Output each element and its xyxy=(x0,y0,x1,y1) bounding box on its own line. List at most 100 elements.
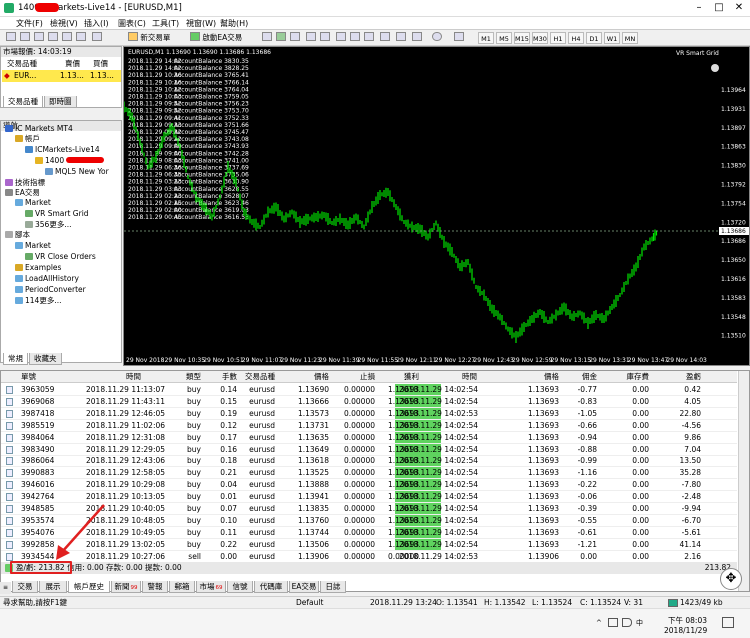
profiles-icon[interactable] xyxy=(20,32,30,44)
network-icon[interactable] xyxy=(608,618,618,627)
tab-favorites[interactable]: 收藏夹 xyxy=(29,353,62,365)
tf-m15[interactable]: M15 xyxy=(514,32,530,44)
clock-time[interactable]: 下午 08:03 xyxy=(668,615,707,626)
terminal-tab[interactable]: 信號 xyxy=(227,581,253,593)
tf-m1[interactable]: M1 xyxy=(478,32,494,44)
templates-icon[interactable] xyxy=(412,32,422,44)
terminal-tab[interactable]: 新聞99 xyxy=(111,581,141,593)
candlestick-icon[interactable] xyxy=(276,32,286,44)
new-order-button[interactable]: 新交易單 xyxy=(128,32,170,44)
col-header[interactable]: 交易品種 xyxy=(231,371,275,383)
mw-col-ask[interactable]: 買價 xyxy=(93,58,108,69)
table-row[interactable]: 3984064 2018.11.29 12:31:08 buy 0.17 eurusd 1… xyxy=(1,431,737,444)
table-row[interactable]: 3963059 2018.11.29 11:13:07 buy 0.14 eurusd 1… xyxy=(1,384,737,396)
table-row[interactable]: 3942764 2018.11.29 10:13:05 buy 0.01 eurusd 1… xyxy=(1,491,737,504)
table-row[interactable]: 3946016 2018.11.29 10:29:08 buy 0.04 eurusd 1… xyxy=(1,479,737,492)
menu-chart[interactable]: 圖表(C) xyxy=(118,18,146,29)
tf-d1[interactable]: D1 xyxy=(586,32,602,44)
col-header[interactable]: 時間 xyxy=(399,371,477,383)
terminal-tab[interactable]: 展示 xyxy=(39,581,67,593)
menu-file[interactable]: 文件(F) xyxy=(16,18,43,29)
table-row[interactable]: 3934544 2018.11.29 10:27:06 sell 0.00 eurusd… xyxy=(1,551,737,563)
clock-date[interactable]: 2018/11/29 xyxy=(664,626,707,635)
options-icon[interactable] xyxy=(432,32,442,44)
tab-common[interactable]: 常規 xyxy=(3,353,28,365)
menu-tools[interactable]: 工具(T) xyxy=(152,18,179,29)
table-row[interactable]: 3983490 2018.11.29 12:29:05 buy 0.16 eurusd 1… xyxy=(1,443,737,456)
nav-vr-close-orders[interactable]: VR Close Orders xyxy=(25,252,96,262)
col-header[interactable]: 庫存費 xyxy=(609,371,650,383)
nav-accounts[interactable]: 帳戶 xyxy=(15,134,40,144)
nav-experts-market[interactable]: Market xyxy=(15,198,51,208)
minimize-button[interactable]: – xyxy=(690,2,708,15)
tf-m5[interactable]: M5 xyxy=(496,32,512,44)
notification-icon[interactable] xyxy=(722,617,734,628)
table-row[interactable]: 3954076 2018.11.29 10:49:05 buy 0.11 eurusd 1… xyxy=(1,526,737,539)
ime-icon[interactable]: 中 xyxy=(636,618,643,628)
nav-scripts[interactable]: 腳本 xyxy=(5,230,30,240)
table-row[interactable]: 3992858 2018.11.29 13:02:05 buy 0.22 eurusd 1… xyxy=(1,538,737,551)
menu-help[interactable]: 幫助(H) xyxy=(220,18,248,29)
tf-h4[interactable]: H4 xyxy=(568,32,584,44)
nav-scripts-more[interactable]: 114更多... xyxy=(15,296,61,306)
col-header[interactable]: 類型 xyxy=(169,371,201,383)
tester-icon[interactable] xyxy=(92,32,102,44)
maximize-button[interactable]: □ xyxy=(710,2,728,15)
nav-experts-more[interactable]: 356更多... xyxy=(25,220,71,230)
menu-window[interactable]: 視窗(W) xyxy=(186,18,216,29)
autoscroll-icon[interactable] xyxy=(350,32,360,44)
col-header[interactable]: 盈虧 xyxy=(665,371,701,383)
mw-row-eurusd[interactable]: ◆ EUR... 1.13... 1.13... xyxy=(2,70,121,82)
nav-scripts-market[interactable]: Market xyxy=(15,241,51,251)
terminal-tab[interactable]: 交易 xyxy=(12,581,38,593)
table-row[interactable]: 3969068 2018.11.29 11:43:11 buy 0.15 eurusd 1… xyxy=(1,395,737,408)
terminal-tab[interactable]: 市場69 xyxy=(196,581,226,593)
chart-shift-icon[interactable] xyxy=(364,32,374,44)
table-row[interactable]: 3987418 2018.11.29 12:46:05 buy 0.19 eurusd 1… xyxy=(1,407,737,420)
terminal-scrollbar[interactable] xyxy=(738,371,749,591)
col-header[interactable]: 價格 xyxy=(527,371,559,383)
table-row[interactable]: 3953574 2018.11.29 10:48:05 buy 0.10 eurusd 1… xyxy=(1,514,737,527)
nav-loadallhistory[interactable]: LoadAllHistory xyxy=(15,274,79,284)
mw-col-bid[interactable]: 賣價 xyxy=(65,58,80,69)
table-row[interactable]: 3990883 2018.11.29 12:58:05 buy 0.21 eurusd 1… xyxy=(1,467,737,480)
tray-arrow-icon[interactable]: ^ xyxy=(596,619,602,627)
auto-trading-button[interactable]: 啟動EA交易 xyxy=(190,32,242,44)
zoom-in-icon[interactable] xyxy=(306,32,316,44)
data-window-icon[interactable] xyxy=(48,32,58,44)
nav-vr-smart-grid[interactable]: VR Smart Grid xyxy=(25,209,89,219)
terminal-icon[interactable] xyxy=(76,32,86,44)
navigator-icon[interactable] xyxy=(62,32,72,44)
col-header[interactable]: 單號 xyxy=(21,371,36,383)
terminal-tab[interactable]: 代碼庫 xyxy=(254,581,288,593)
table-row[interactable]: 3948585 2018.11.29 10:40:05 buy 0.07 eurusd 1… xyxy=(1,503,737,515)
nav-examples[interactable]: Examples xyxy=(15,263,61,273)
terminal-tab[interactable]: 郵箱 xyxy=(169,581,195,593)
price-chart[interactable]: EURUSD,M1 1.13690 1.13690 1.13686 1.1368… xyxy=(123,46,750,366)
menu-view[interactable]: 檢視(V) xyxy=(50,18,78,29)
volume-icon[interactable] xyxy=(622,618,632,627)
tf-mn[interactable]: MN xyxy=(622,32,638,44)
tf-m30[interactable]: M30 xyxy=(532,32,548,44)
market-watch-icon[interactable] xyxy=(34,32,44,44)
nav-experts[interactable]: EA交易 xyxy=(5,188,40,198)
tab-tick-chart[interactable]: 即時圖 xyxy=(44,96,77,108)
tf-w1[interactable]: W1 xyxy=(604,32,620,44)
col-header[interactable]: 止損 xyxy=(335,371,375,383)
nav-server[interactable]: ICMarkets-Live14 xyxy=(25,145,100,155)
table-row[interactable]: 3985519 2018.11.29 11:02:06 buy 0.12 eurusd 1… xyxy=(1,419,737,432)
tile-icon[interactable] xyxy=(336,32,346,44)
close-button[interactable]: ✕ xyxy=(730,2,748,15)
nav-indicators[interactable]: 技術指標 xyxy=(5,178,45,188)
mw-col-symbol[interactable]: 交易品種 xyxy=(7,58,37,69)
table-row[interactable]: 3986064 2018.11.29 12:43:06 buy 0.18 eurusd 1… xyxy=(1,455,737,468)
line-chart-icon[interactable] xyxy=(290,32,300,44)
nav-broker[interactable]: IC Markets MT4 xyxy=(5,124,73,134)
new-chart-icon[interactable] xyxy=(6,32,16,44)
nav-periodconverter[interactable]: PeriodConverter xyxy=(15,285,86,295)
terminal-tab[interactable]: 日誌 xyxy=(320,581,346,593)
bar-chart-icon[interactable] xyxy=(262,32,272,44)
tab-symbols[interactable]: 交易品種 xyxy=(3,96,43,108)
col-header[interactable]: 佣金 xyxy=(559,371,597,383)
col-header[interactable]: 價格 xyxy=(289,371,329,383)
